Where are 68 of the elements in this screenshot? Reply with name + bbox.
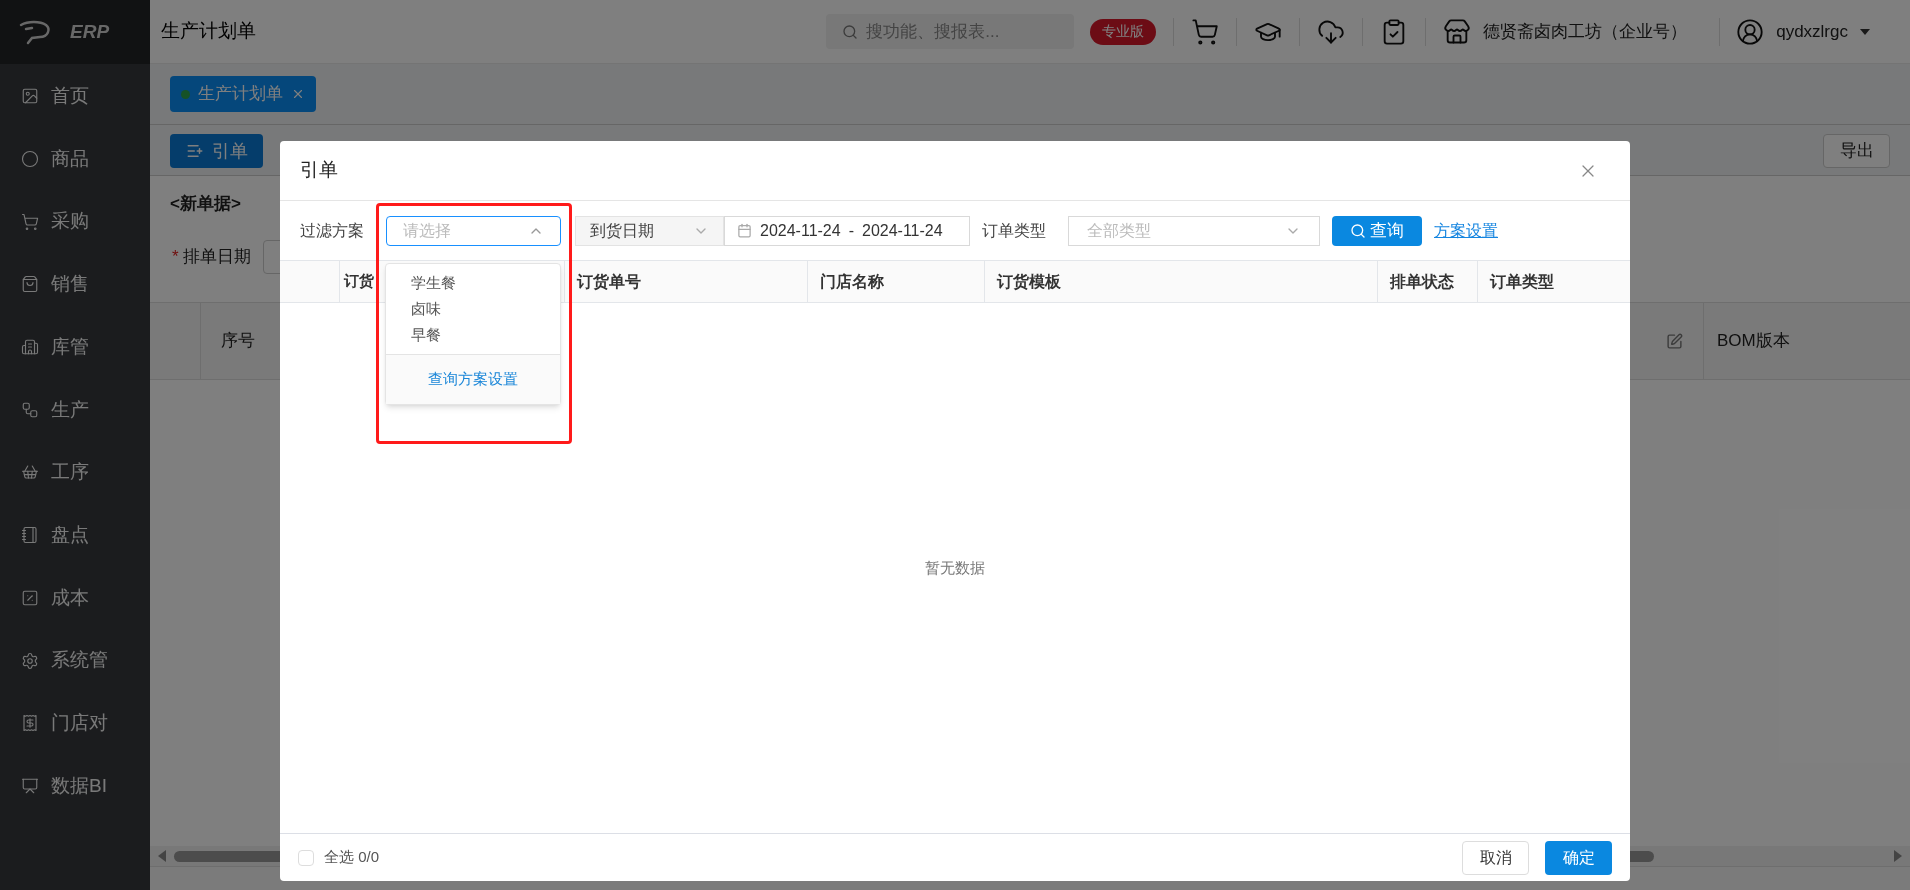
query-button[interactable]: 查询 <box>1332 215 1422 246</box>
select-all-label: 全选 0/0 <box>324 847 380 868</box>
sidebar-item[interactable]: 工序 <box>0 441 150 504</box>
sidebar-item[interactable]: 成本 <box>0 566 150 630</box>
dropdown-option[interactable]: 早餐 <box>386 322 560 348</box>
cart-icon <box>21 212 39 231</box>
dropdown-option[interactable]: 学生餐 <box>386 270 560 296</box>
column-header: 订单类型 <box>1490 271 1554 292</box>
scheme-settings-link[interactable]: 方案设置 <box>1434 218 1498 243</box>
dropdown-option[interactable]: 卤味 <box>386 296 560 322</box>
sidebar-item[interactable]: 生产 <box>0 378 150 442</box>
caret-icon[interactable] <box>1860 28 1870 35</box>
field-label: 过滤方案 <box>300 220 365 241</box>
column-header: 订货 <box>344 271 374 292</box>
column-header: 排单状态 <box>1390 271 1454 292</box>
sidebar-item[interactable]: 采购 <box>0 190 150 254</box>
company-name[interactable]: 德贤斋卤肉工坊（企业号） <box>1483 18 1688 45</box>
cancel-button[interactable]: 取消 <box>1462 840 1529 875</box>
sidebar-item[interactable]: 首页 <box>0 65 150 128</box>
sidebar-item[interactable]: 库管 <box>0 315 150 379</box>
list-icon <box>185 142 204 160</box>
required-mark: * <box>172 246 179 269</box>
percent-icon <box>21 588 39 607</box>
circle-icon <box>21 150 39 169</box>
sidebar-item[interactable]: 盘点 <box>0 503 150 567</box>
sidebar-item[interactable]: 系统管 <box>0 629 150 692</box>
notebook-icon <box>21 526 39 545</box>
sidebar-item[interactable]: 数据BI <box>0 754 150 818</box>
search-icon <box>1350 222 1366 239</box>
select-all-checkbox[interactable] <box>298 849 314 866</box>
column-header: 序号 <box>221 330 255 353</box>
receipt-icon <box>21 714 39 733</box>
picture-icon <box>21 87 39 106</box>
column-header: 门店名称 <box>820 271 884 292</box>
column-header: BOM版本 <box>1717 330 1790 353</box>
sidebar-item[interactable]: 门店对 <box>0 691 150 755</box>
column-header: 订货单号 <box>577 271 641 293</box>
dialog-title: 引单 <box>300 158 338 183</box>
date-range-field[interactable]: 2024-11-24 - 2024-11-24 <box>724 215 970 246</box>
building-icon <box>21 338 39 357</box>
page-tab[interactable]: 生产计划单 <box>170 76 316 112</box>
calendar-icon <box>737 223 752 238</box>
presentation-icon <box>21 776 39 795</box>
field-label: 订单类型 <box>982 220 1047 241</box>
sidebar-item[interactable]: 商品 <box>0 127 150 191</box>
basket-icon <box>21 463 39 482</box>
logo-text: ERP <box>70 19 110 44</box>
column-header: 订货模板 <box>997 271 1061 293</box>
date-type-select[interactable]: 到货日期 <box>575 215 724 246</box>
page-title: 生产计划单 <box>161 19 256 44</box>
confirm-button[interactable]: 确定 <box>1545 840 1612 875</box>
document-label: <新单据> <box>170 193 241 216</box>
close-icon[interactable] <box>291 87 305 101</box>
settings-icon <box>21 651 39 670</box>
cart-icon[interactable] <box>1191 17 1220 46</box>
sidebar-item[interactable]: 销售 <box>0 253 150 316</box>
user-avatar-icon[interactable] <box>1736 17 1765 46</box>
edit-icon[interactable] <box>1666 332 1683 350</box>
store-icon <box>1443 17 1472 46</box>
edition-badge: 专业版 <box>1090 18 1157 45</box>
field-label: 排单日期 <box>182 246 251 269</box>
user-name[interactable]: qydxzlrgc <box>1776 18 1848 45</box>
import-button[interactable]: 引单 <box>170 134 263 168</box>
bag-icon <box>21 275 39 294</box>
export-button[interactable]: 导出 <box>1823 134 1890 168</box>
search-icon <box>842 23 859 40</box>
workflow-icon <box>21 400 39 419</box>
empty-text: 暂无数据 <box>925 557 985 578</box>
